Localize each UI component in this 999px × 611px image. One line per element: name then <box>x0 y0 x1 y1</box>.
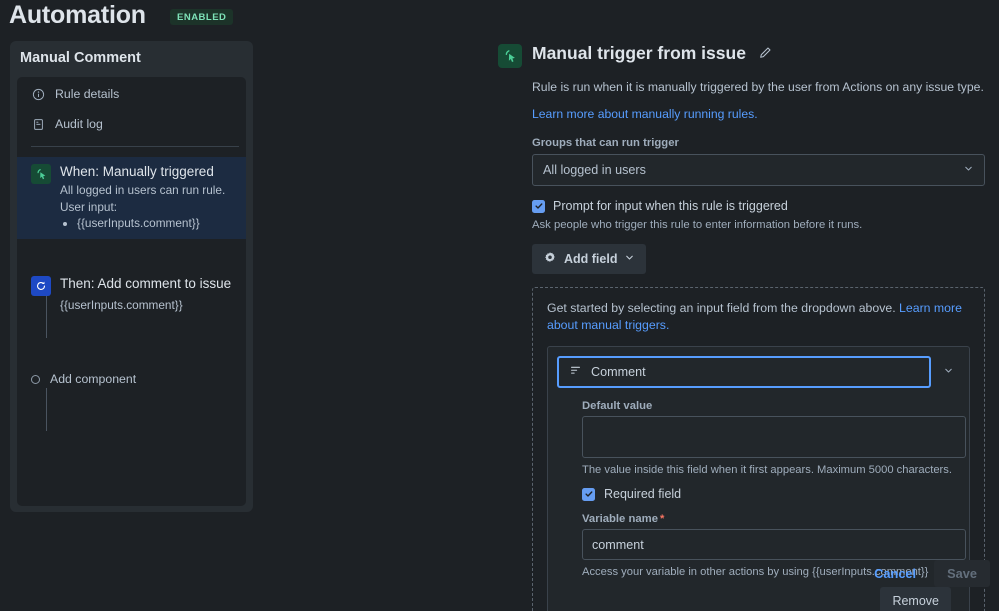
remove-row: Remove <box>557 587 951 611</box>
page-title: Automation <box>9 1 146 29</box>
rule-step-trigger[interactable]: When: Manually triggered All logged in u… <box>17 157 246 239</box>
add-field-label: Add field <box>564 252 618 266</box>
learn-more-link[interactable]: Learn more about manually running rules. <box>532 107 990 121</box>
add-component-label: Add component <box>50 372 137 386</box>
audit-log-icon <box>31 117 45 131</box>
step-title: Then: Add comment to issue <box>60 276 232 291</box>
circle-outline-icon <box>31 374 40 384</box>
cancel-button[interactable]: Cancel <box>864 560 926 587</box>
rule-chain-panel: Manual Comment Rule details Audit log Wh… <box>10 41 253 512</box>
step-subtitle-2: User input: <box>60 200 118 214</box>
trigger-title-row: Manual trigger from issue <box>532 41 772 66</box>
step-subtitle: {{userInputs.comment}} <box>60 298 183 312</box>
variable-name-label: Variable name * <box>582 513 960 525</box>
automation-rule-editor-page: Automation ENABLED Manual Comment Rule d… <box>0 0 999 611</box>
prompt-for-input-hint: Ask people who trigger this rule to ente… <box>532 219 863 231</box>
checkbox-checked-icon[interactable] <box>532 199 545 213</box>
trigger-title: Manual trigger from issue <box>532 43 746 63</box>
remove-button[interactable]: Remove <box>880 587 951 611</box>
sidebar-item-label: Audit log <box>55 117 103 131</box>
prompt-for-input-label: Prompt for input when this rule is trigg… <box>553 199 788 213</box>
trigger-description: Rule is run when it is manually triggere… <box>532 80 984 94</box>
chevron-down-icon[interactable] <box>937 365 960 379</box>
cursor-click-icon <box>31 164 51 184</box>
groups-field-label: Groups that can run trigger <box>532 137 679 149</box>
default-value-label: Default value <box>582 400 653 412</box>
refresh-icon <box>31 276 51 296</box>
sidebar-item-label: Rule details <box>55 87 120 101</box>
field-type-value: Comment <box>591 365 646 379</box>
add-field-button[interactable]: Add field <box>532 244 647 274</box>
rule-name-heading: Manual Comment <box>20 50 141 66</box>
text-lines-icon <box>569 364 582 380</box>
step-title: When: Manually triggered <box>60 164 214 179</box>
variable-name-input[interactable]: comment <box>582 529 966 560</box>
trigger-header: Manual trigger from issue <box>498 41 990 68</box>
required-field-checkbox-row[interactable]: Required field <box>582 487 960 501</box>
info-circle-icon <box>31 87 45 101</box>
form-actions: Cancel Save <box>864 560 990 587</box>
prompt-for-input-checkbox-row[interactable]: Prompt for input when this rule is trigg… <box>532 199 990 213</box>
chevron-down-icon <box>963 163 974 177</box>
groups-select[interactable]: All logged in users <box>532 154 985 186</box>
rule-chain-card: Rule details Audit log When: Manually tr… <box>17 77 246 506</box>
pencil-icon[interactable] <box>758 42 772 66</box>
empty-state-message: Get started by selecting an input field … <box>547 301 900 315</box>
rule-step-action[interactable]: Then: Add comment to issue {{userInputs.… <box>17 269 246 321</box>
step-bullet-list: {{userInputs.comment}} <box>60 216 238 231</box>
required-field-label: Required field <box>604 487 682 501</box>
step-subtitle: All logged in users can run rule. <box>60 183 226 197</box>
cursor-click-icon <box>498 44 522 68</box>
required-asterisk: * <box>659 513 665 525</box>
checkbox-checked-icon[interactable] <box>582 487 595 501</box>
default-value-textarea[interactable] <box>582 416 966 458</box>
sidebar-item-rule-details[interactable]: Rule details <box>17 81 246 107</box>
empty-state-text: Get started by selecting an input field … <box>547 300 970 334</box>
add-component-button[interactable]: Add component <box>31 372 136 386</box>
chevron-down-icon <box>624 252 635 266</box>
variable-name-value: comment <box>592 537 644 552</box>
save-button[interactable]: Save <box>934 560 990 587</box>
list-item: {{userInputs.comment}} <box>77 216 238 231</box>
gear-icon <box>543 251 557 268</box>
default-value-hint: The value inside this field when it firs… <box>582 464 952 476</box>
trigger-config-panel: Manual trigger from issue Rule is run wh… <box>498 41 990 611</box>
field-type-select[interactable]: Comment <box>557 356 931 388</box>
step-connector-2 <box>46 388 47 431</box>
groups-select-value: All logged in users <box>543 163 646 177</box>
variable-name-text: Variable name <box>582 513 658 525</box>
field-type-select-row: Comment <box>557 356 960 388</box>
sidebar-item-audit-log[interactable]: Audit log <box>17 111 246 137</box>
sidebar-divider <box>31 146 239 147</box>
status-badge: ENABLED <box>170 9 234 25</box>
